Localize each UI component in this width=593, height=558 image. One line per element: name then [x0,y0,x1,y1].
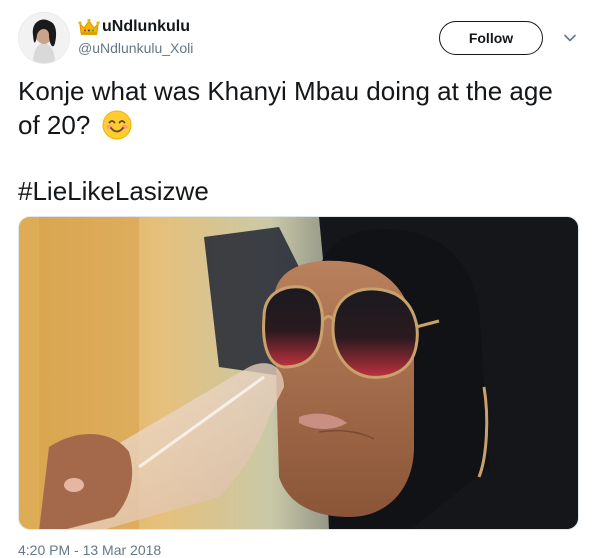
smiling-face-emoji-icon [102,110,132,140]
display-name[interactable]: uNdlunkulu [102,18,190,36]
crown-icon [78,18,100,35]
profile-photo-icon [19,13,69,63]
chevron-down-icon[interactable] [563,31,577,45]
display-name-row: uNdlunkulu [78,16,193,38]
tweet-body: Konje what was Khanyi Mbau doing at the … [18,76,553,140]
tweet-timestamp[interactable]: 4:20 PM - 13 Mar 2018 [18,542,161,558]
woman-with-champagne-photo-icon [19,217,578,529]
follow-button[interactable]: Follow [439,21,543,55]
user-handle[interactable]: @uNdlunkulu_Xoli [78,40,193,56]
tweet-header: uNdlunkulu @uNdlunkulu_Xoli Follow [18,12,578,64]
author-names: uNdlunkulu @uNdlunkulu_Xoli [78,16,193,56]
tweet-photo[interactable] [18,216,579,530]
tweet-text: Konje what was Khanyi Mbau doing at the … [18,74,563,142]
avatar[interactable] [18,12,70,64]
hashtag-link[interactable]: #LieLikeLasizwe [18,174,209,208]
